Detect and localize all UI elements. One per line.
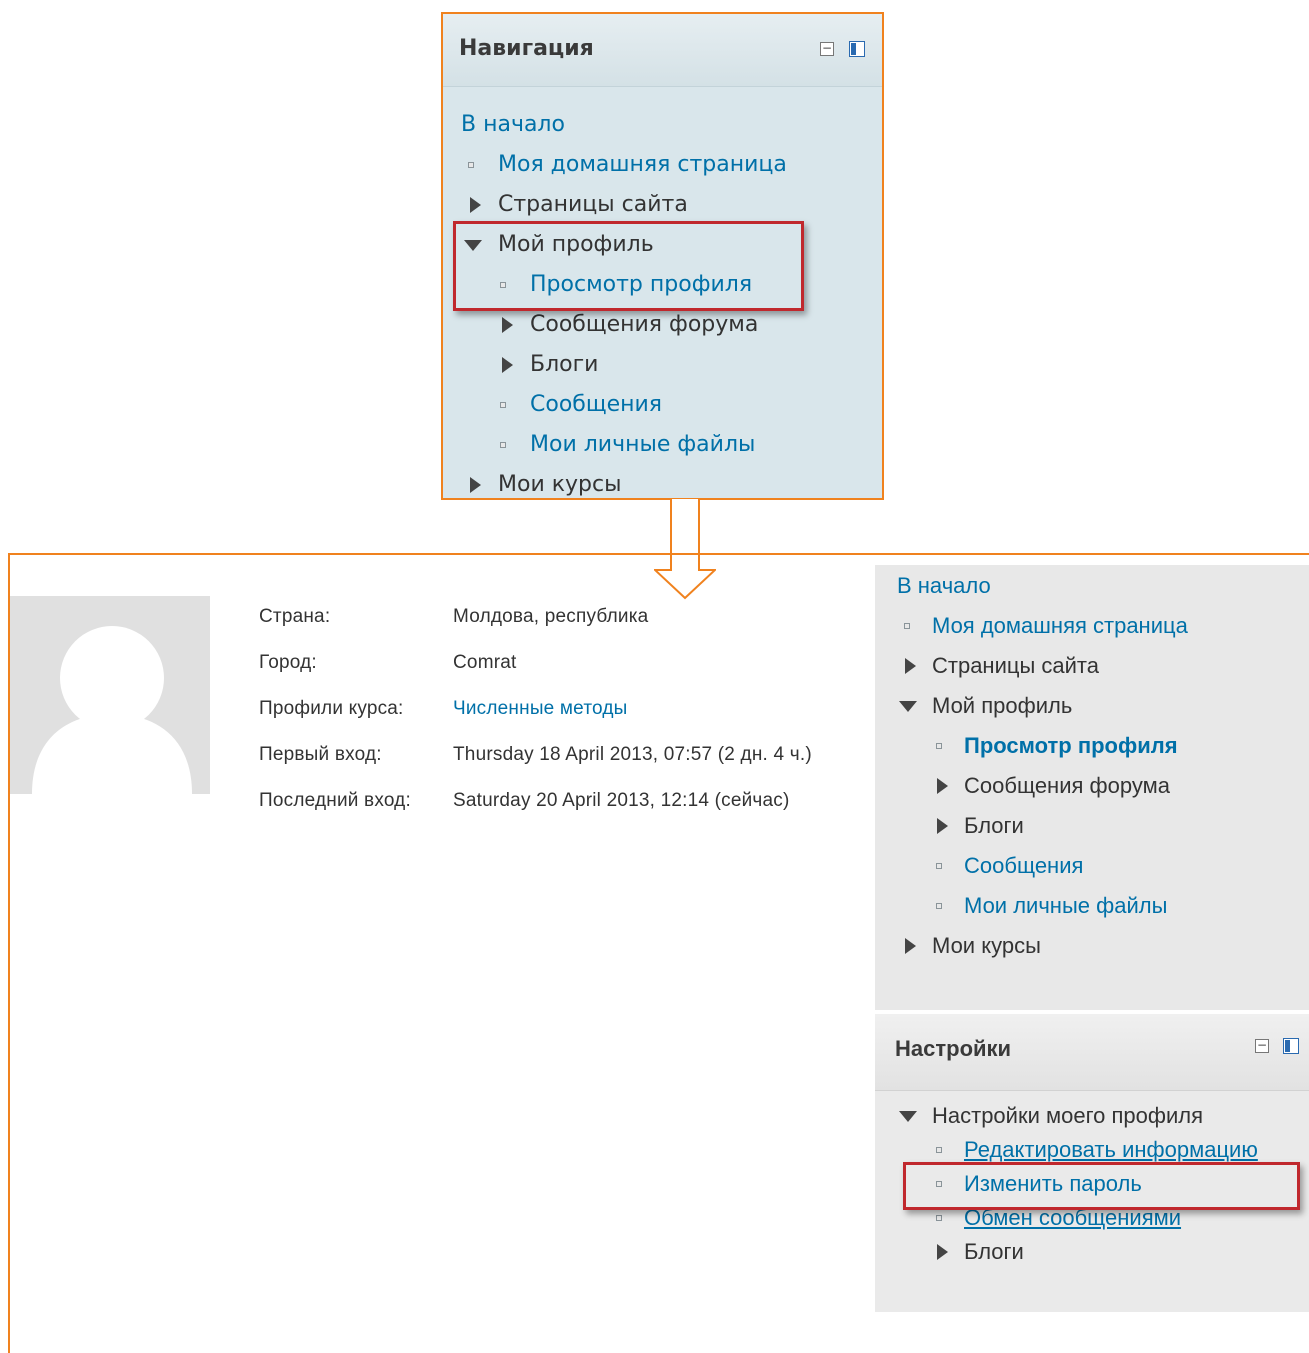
user-silhouette-icon [32,626,192,794]
settings-item-label: Настройки моего профиля [932,1103,1203,1128]
sidebar-item-label[interactable]: В начало [897,573,991,598]
bullet-icon [936,743,942,749]
field-value-first-access: Thursday 18 April 2013, 07:57 (2 дн. 4 ч… [453,744,812,765]
nav-item-label[interactable]: Сообщения [530,392,662,417]
bullet-icon [904,623,910,629]
settings-block-title: Настройки [895,1036,1012,1061]
sidebar-item-label: Мои курсы [932,933,1041,958]
expand-arrow-icon[interactable] [502,357,513,373]
field-value-country: Молдова, республика [453,606,649,627]
nav-item-my-courses[interactable]: Мои курсы [461,470,787,510]
sidebar-item-label[interactable]: Мои личные файлы [964,893,1167,918]
collapse-arrow-icon[interactable] [899,701,917,712]
bullet-icon [936,863,942,869]
sidebar-item-label[interactable]: Просмотр профиля [964,733,1178,758]
nav-item-label: Страницы сайта [498,192,688,217]
dock-icon[interactable] [849,41,865,57]
settings-item-label[interactable]: Редактировать информацию [964,1137,1258,1162]
sidebar-item-my-courses[interactable]: Мои курсы [897,931,1188,971]
settings-item-my-profile-settings[interactable]: Настройки моего профиля [897,1101,1258,1135]
nav-item-my-home[interactable]: Моя домашняя страница [461,150,787,190]
user-avatar [10,596,210,794]
settings-block-header: Настройки − [875,1014,1309,1091]
sidebar-item-label[interactable]: Сообщения [964,853,1083,878]
expand-arrow-icon[interactable] [905,658,916,674]
expand-arrow-icon[interactable] [937,1244,948,1260]
sidebar-item-label[interactable]: Моя домашняя страница [932,613,1188,638]
nav-item-blogs[interactable]: Блоги [461,350,787,390]
sidebar-item-private-files[interactable]: Мои личные файлы [897,891,1188,931]
collapse-arrow-icon[interactable] [899,1111,917,1122]
sidebar-item-label: Страницы сайта [932,653,1099,678]
bullet-icon [936,1147,942,1153]
sidebar-item-label: Мой профиль [932,693,1073,718]
nav-item-label: Сообщения форума [530,312,759,337]
nav-item-label[interactable]: В начало [461,112,565,137]
field-label-course-profiles: Профили курса: [259,698,404,719]
highlight-box-change-password [903,1162,1300,1210]
sidebar-item-home[interactable]: В начало [897,571,1188,611]
bullet-icon [936,903,942,909]
sidebar-item-view-profile[interactable]: Просмотр профиля [897,731,1188,771]
nav-item-messages[interactable]: Сообщения [461,390,787,430]
settings-item-label: Блоги [964,1239,1024,1264]
bullet-icon [468,162,474,168]
collapse-icon[interactable]: − [820,42,834,56]
sidebar-item-blogs[interactable]: Блоги [897,811,1188,851]
settings-item-blogs[interactable]: Блоги [897,1237,1258,1271]
dock-icon[interactable] [1283,1038,1299,1054]
sidebar-item-label: Блоги [964,813,1024,838]
nav-item-label[interactable]: Моя домашняя страница [498,152,787,177]
nav-item-label[interactable]: Мои личные файлы [530,432,755,457]
expand-arrow-icon[interactable] [470,477,481,493]
sidebar-item-label: Сообщения форума [964,773,1170,798]
sidebar-item-my-profile[interactable]: Мой профиль [897,691,1188,731]
expand-arrow-icon[interactable] [937,818,948,834]
navigation-block-title: Навигация [459,36,594,61]
field-label-city: Город: [259,652,317,673]
sidebar-item-messages[interactable]: Сообщения [897,851,1188,891]
expand-arrow-icon[interactable] [470,197,481,213]
sidebar-navigation-tree: В начало Моя домашняя страница Страницы … [897,571,1188,971]
expand-arrow-icon[interactable] [905,938,916,954]
sidebar-item-my-home[interactable]: Моя домашняя страница [897,611,1188,651]
field-label-first-access: Первый вход: [259,744,382,765]
course-profile-link[interactable]: Численные методы [453,698,628,720]
field-value-city: Comrat [453,652,517,673]
nav-item-label: Мои курсы [498,472,622,497]
collapse-icon[interactable]: − [1255,1039,1269,1053]
field-label-last-access: Последний вход: [259,790,411,811]
highlight-box-profile [453,221,804,311]
nav-item-forum-posts[interactable]: Сообщения форума [461,310,787,350]
bullet-icon [500,442,506,448]
expand-arrow-icon[interactable] [502,317,513,333]
sidebar-item-site-pages[interactable]: Страницы сайта [897,651,1188,691]
field-label-country: Страна: [259,606,331,627]
nav-item-home[interactable]: В начало [461,110,787,150]
field-value-last-access: Saturday 20 April 2013, 12:14 (сейчас) [453,790,790,811]
nav-item-label: Блоги [530,352,599,377]
nav-item-private-files[interactable]: Мои личные файлы [461,430,787,470]
sidebar-item-forum-posts[interactable]: Сообщения форума [897,771,1188,811]
bullet-icon [500,402,506,408]
navigation-block-header: Навигация − [443,14,882,87]
expand-arrow-icon[interactable] [937,778,948,794]
bullet-icon [936,1215,942,1221]
